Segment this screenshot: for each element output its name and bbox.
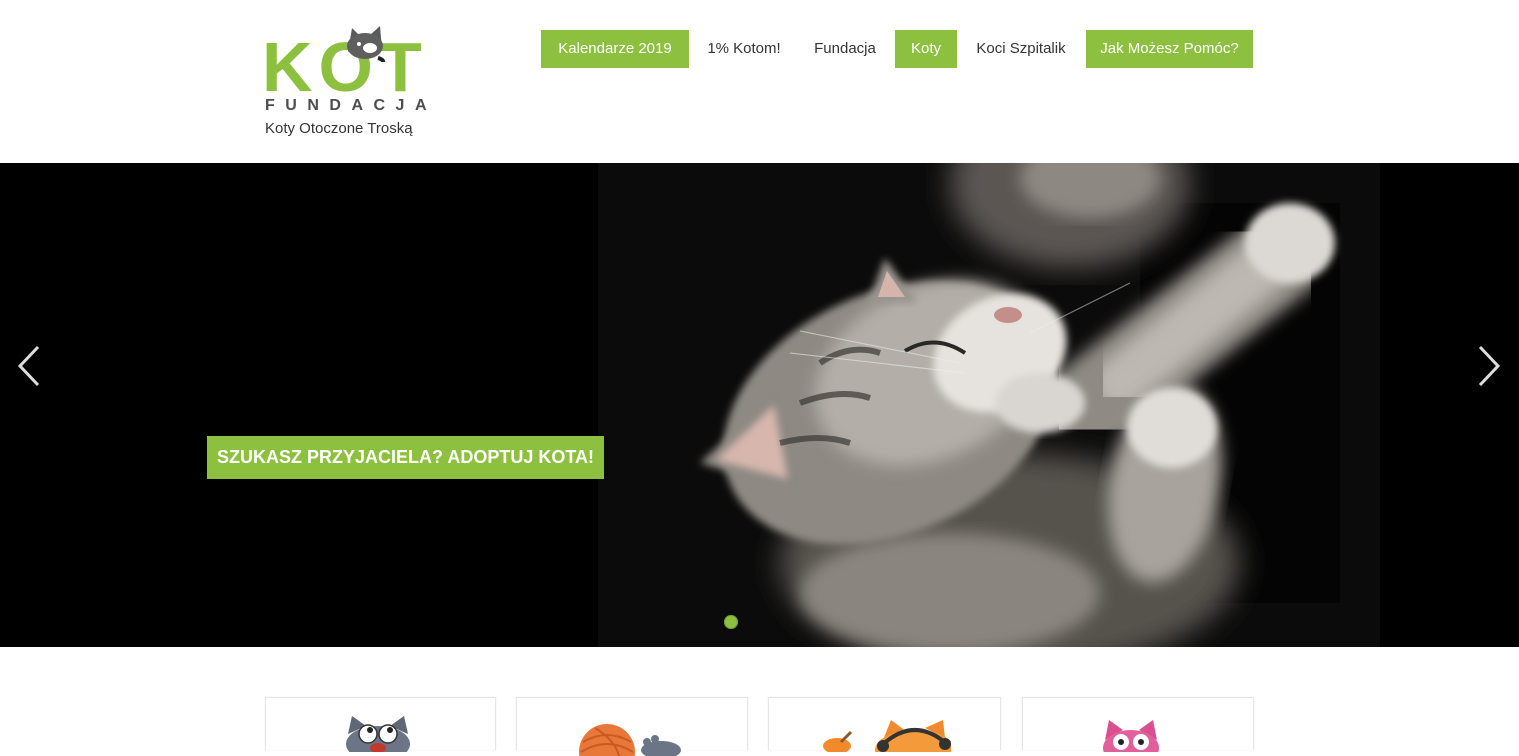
- chevron-left-icon[interactable]: [14, 343, 44, 389]
- chevron-right-icon[interactable]: [1474, 343, 1504, 389]
- logo[interactable]: KOT FUNDACJA Koty Otoczone Troską: [262, 20, 447, 145]
- cat-head-icon: [347, 26, 386, 62]
- feature-card[interactable]: [1022, 697, 1254, 752]
- feature-card[interactable]: [768, 697, 1001, 752]
- logo-tagline: Koty Otoczone Troską: [265, 120, 413, 137]
- slide-caption[interactable]: SZUKASZ PRZYJACIELA? ADOPTUJ KOTA!: [207, 436, 605, 479]
- nav-item-koty[interactable]: Koty: [895, 30, 957, 68]
- slide-dot-icon[interactable]: [724, 615, 738, 629]
- slide-image: [598, 163, 1380, 647]
- site-header: KOT FUNDACJA Koty Otoczone Troską Kalend…: [0, 0, 1519, 163]
- pink-cat-icon: [1103, 720, 1159, 752]
- yarn-ball-icon: [579, 724, 681, 756]
- logo-subword: FUNDACJA: [265, 97, 437, 114]
- feature-card[interactable]: [516, 697, 748, 756]
- nav-item-kalendarze[interactable]: Kalendarze 2019: [541, 30, 689, 68]
- hero-slider: SZUKASZ PRZYJACIELA? ADOPTUJ KOTA!: [0, 163, 1519, 647]
- nav-item-fundacja[interactable]: Fundacja: [799, 30, 891, 68]
- feature-card[interactable]: [265, 697, 496, 752]
- nav-item-1-procent[interactable]: 1% Kotom!: [697, 30, 791, 68]
- nav-item-jak-mozesz-pomoc[interactable]: Jak Możesz Pomóc?: [1086, 30, 1253, 68]
- orange-cat-icon: [823, 720, 951, 752]
- gray-cat-icon: [346, 716, 410, 752]
- nav-item-koci-szpitalik[interactable]: Koci Szpitalik: [962, 30, 1080, 68]
